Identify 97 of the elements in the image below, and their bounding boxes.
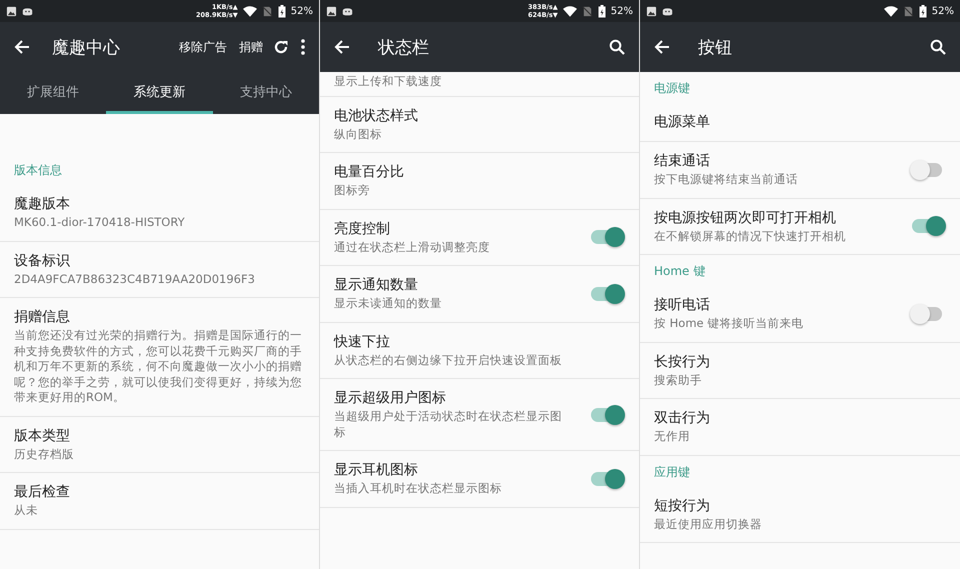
setting-title: 短按行为 bbox=[654, 496, 711, 515]
settings-row[interactable]: 电池状态样式 纵向图标 bbox=[320, 96, 639, 154]
toolbar-action[interactable]: 移除广告 bbox=[175, 34, 231, 60]
setting-summary: 历史存档版 bbox=[14, 446, 75, 462]
settings-row[interactable]: 显示通知数量 显示未读通知的数量 bbox=[320, 266, 639, 323]
battery-icon bbox=[598, 4, 606, 18]
battery-level: 52% bbox=[610, 6, 633, 16]
toggle-switch[interactable] bbox=[912, 162, 942, 177]
battery-level: 52% bbox=[932, 6, 954, 16]
section-header: Home 键 bbox=[653, 263, 706, 280]
setting-summary: 无作用 bbox=[654, 429, 691, 445]
setting-title: 显示耳机图标 bbox=[334, 461, 419, 480]
wifi-icon bbox=[242, 6, 257, 16]
setting-summary: MK60.1-dior-170418-HISTORY bbox=[14, 215, 186, 231]
image-icon bbox=[326, 6, 337, 16]
section-header: 应用键 bbox=[653, 464, 691, 481]
settings-row[interactable]: 双击行为 无作用 bbox=[640, 399, 960, 456]
toolbar-action[interactable]: 捐赠 bbox=[235, 34, 267, 60]
settings-row[interactable]: 结束通话 按下电源键将结束当前通话 bbox=[640, 142, 960, 199]
setting-summary: 显示上传和下载速度 bbox=[334, 74, 442, 90]
battery-icon bbox=[918, 4, 927, 18]
search-icon bbox=[609, 39, 625, 55]
setting-title: 长按行为 bbox=[654, 352, 711, 371]
setting-summary: 2D4A9FCA7B86323C4B719AA20D0196F3 bbox=[14, 272, 256, 288]
tab[interactable]: 扩展组件 bbox=[0, 72, 106, 114]
setting-summary: 从状态栏的右侧边缘下拉开启快速设置面板 bbox=[334, 352, 563, 368]
settings-row[interactable]: 捐赠信息 当前您还没有过光荣的捐赠行为。捐赠是国际通行的一种支持免费软件的方式，您可以花费千元购买厂商的手机和万年不更新的系统，何不向魔趣做一次小小的捐赠呢？您的举手之劳，就可以使我们变得更好，持续为您带来更好用的ROM。 bbox=[0, 298, 319, 417]
robot-icon bbox=[662, 6, 673, 16]
setting-title: 快速下拉 bbox=[334, 332, 391, 351]
settings-row[interactable]: 快速下拉 从状态栏的右侧边缘下拉开启快速设置面板 bbox=[320, 322, 639, 380]
setting-title: 魔趣版本 bbox=[14, 195, 71, 213]
setting-summary: 按 Home 键将接听当前来电 bbox=[654, 316, 804, 332]
tab[interactable]: 系统更新 bbox=[106, 72, 213, 114]
back-arrow-icon bbox=[654, 39, 670, 55]
toggle-switch[interactable] bbox=[912, 306, 942, 321]
image-icon bbox=[646, 6, 657, 16]
setting-title: 双击行为 bbox=[654, 409, 711, 428]
settings-row[interactable]: 显示耳机图标 当插入耳机时在状态栏显示图标 bbox=[320, 451, 639, 508]
setting-summary: 图标旁 bbox=[334, 183, 371, 199]
settings-row[interactable]: 魔趣版本 MK60.1-dior-170418-HISTORY bbox=[0, 185, 319, 242]
section-header: 电源键 bbox=[653, 80, 691, 97]
setting-title: 电源菜单 bbox=[654, 113, 711, 131]
setting-summary: 在不解锁屏幕的情况下快速打开相机 bbox=[654, 228, 847, 244]
back-arrow-icon bbox=[14, 39, 30, 55]
setting-title: 版本类型 bbox=[14, 426, 71, 445]
setting-summary: 最近使用应用切换器 bbox=[654, 516, 763, 532]
search-icon bbox=[930, 39, 946, 55]
setting-summary: 通过在状态栏上滑动调整亮度 bbox=[334, 240, 491, 256]
setting-title: 接听电话 bbox=[654, 296, 711, 314]
settings-row[interactable]: 电源菜单 bbox=[640, 103, 960, 142]
setting-summary: 当超级用户处于活动状态时在状态栏显示图标 bbox=[334, 409, 563, 440]
tab[interactable]: 支持中心 bbox=[212, 72, 319, 114]
settings-row[interactable]: 亮度控制 通过在状态栏上滑动调整亮度 bbox=[320, 210, 639, 266]
settings-row[interactable]: 接听电话 按 Home 键将接听当前来电 bbox=[640, 286, 960, 343]
setting-summary: 当前您还没有过光荣的捐赠行为。捐赠是国际通行的一种支持免费软件的方式，您可以花费千元购买厂商的手机和万年不更新的系统，何不向魔趣做一次小小的捐赠呢？您的举手之劳，就可以使我们变得更好，持续为您带来更好用的ROM。 bbox=[14, 328, 303, 406]
setting-summary: 纵向图标 bbox=[334, 126, 383, 142]
robot-icon bbox=[22, 6, 33, 16]
screen-title: 魔趣中心 bbox=[52, 36, 120, 58]
settings-row[interactable]: 电量百分比 图标旁 bbox=[320, 153, 639, 210]
setting-summary: 当插入耳机时在状态栏显示图标 bbox=[334, 481, 503, 497]
setting-title: 亮度控制 bbox=[334, 220, 391, 238]
settings-row[interactable]: 版本类型 历史存档版 bbox=[0, 416, 319, 474]
setting-title: 捐赠信息 bbox=[14, 308, 71, 326]
settings-row[interactable]: 最后检查 从未 bbox=[0, 473, 319, 530]
setting-title: 显示通知数量 bbox=[334, 276, 419, 294]
more-icon bbox=[301, 39, 305, 55]
settings-row[interactable]: 设备标识 2D4A9FCA7B86323C4B719AA20D0196F3 bbox=[0, 242, 319, 298]
no-sim-icon bbox=[582, 6, 593, 16]
robot-icon bbox=[342, 6, 353, 16]
setting-title: 最后检查 bbox=[14, 483, 71, 502]
setting-title: 电池状态样式 bbox=[334, 106, 419, 125]
settings-row[interactable]: 长按行为 搜索助手 bbox=[640, 342, 960, 400]
settings-row[interactable]: 显示上传和下载速度 bbox=[320, 72, 639, 97]
back-arrow-icon bbox=[334, 39, 350, 55]
setting-title: 设备标识 bbox=[14, 252, 71, 270]
screen-title: 按钮 bbox=[698, 36, 732, 58]
section-header: 版本信息 bbox=[13, 162, 63, 179]
no-sim-icon bbox=[902, 6, 914, 16]
setting-summary: 从未 bbox=[14, 503, 39, 519]
settings-row[interactable]: 按电源按钮两次即可打开相机 在不解锁屏幕的情况下快速打开相机 bbox=[640, 198, 960, 256]
settings-row[interactable]: 短按行为 最近使用应用切换器 bbox=[640, 486, 960, 544]
battery-level: 52% bbox=[290, 6, 313, 16]
setting-title: 按电源按钮两次即可打开相机 bbox=[654, 208, 837, 227]
setting-title: 电量百分比 bbox=[334, 163, 405, 182]
battery-icon bbox=[278, 4, 286, 18]
no-sim-icon bbox=[262, 6, 273, 16]
setting-summary: 按下电源键将结束当前通话 bbox=[654, 172, 799, 188]
settings-row[interactable]: 显示超级用户图标 当超级用户处于活动状态时在状态栏显示图标 bbox=[320, 379, 639, 452]
setting-title: 结束通话 bbox=[654, 152, 711, 170]
wifi-icon bbox=[562, 6, 577, 16]
image-icon bbox=[6, 6, 17, 16]
setting-title: 显示超级用户图标 bbox=[334, 389, 447, 408]
setting-summary: 搜索助手 bbox=[654, 372, 703, 388]
refresh-icon bbox=[273, 39, 289, 55]
wifi-icon bbox=[884, 6, 898, 16]
setting-summary: 显示未读通知的数量 bbox=[334, 296, 443, 312]
screen-title: 状态栏 bbox=[378, 36, 429, 58]
